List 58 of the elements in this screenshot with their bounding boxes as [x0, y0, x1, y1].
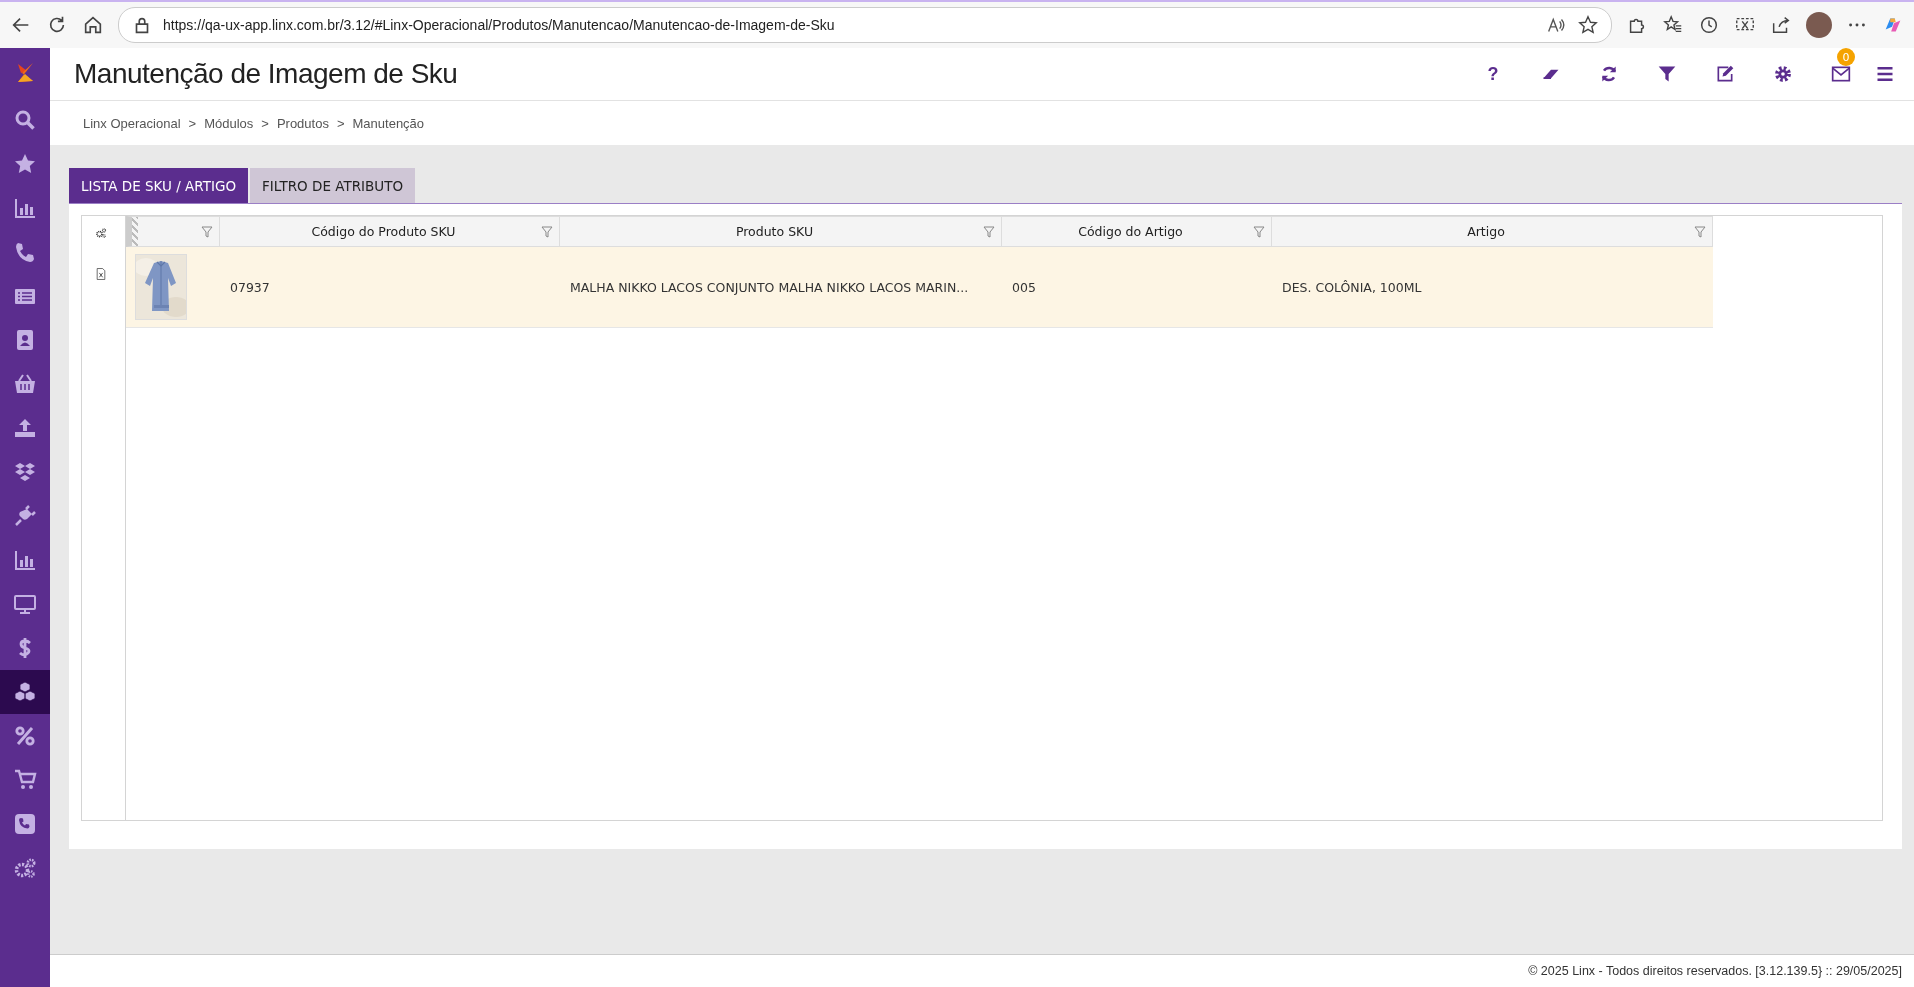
table-cell: MALHA NIKKO LACOS CONJUNTO MALHA NIKKO LACOS MARIN... [570, 279, 969, 295]
column-header[interactable]: Produto SKU [560, 216, 1002, 247]
help-button[interactable]: ? [1464, 54, 1522, 94]
sidebar-item[interactable] [0, 670, 50, 714]
table-row[interactable]: 07937 MALHA NIKKO LACOS CONJUNTO MALHA NIKKO LACOS MARIN... 005 DES. COLÔNIA, 100ML [126, 247, 1713, 328]
breadcrumb-link[interactable]: Manutenção [352, 115, 425, 131]
phone-icon [13, 240, 37, 264]
stacked-boxes-icon [13, 460, 37, 484]
filter-icon [1694, 225, 1706, 238]
cart-icon [13, 768, 37, 792]
filter-icon [201, 225, 213, 238]
filter-icon [1657, 64, 1677, 84]
url-text: https://qa-ux-app.linx.com.br/3.12/#Linx-Operacional/Produtos/Manutencao/Manutencao-de-Imagem-de-Sku [163, 17, 836, 33]
home-icon[interactable] [82, 14, 104, 36]
plug-icon [13, 504, 37, 528]
history-icon[interactable] [1698, 14, 1720, 36]
table-cell: 07937 [230, 279, 270, 295]
notification-count: 0 [1837, 48, 1855, 66]
refresh-icon [1599, 64, 1619, 84]
settings-icon [1773, 64, 1793, 84]
column-header[interactable]: Artigo [1272, 216, 1713, 247]
bar-chart-icon [13, 548, 37, 572]
edit-icon [1715, 64, 1735, 84]
filter-icon [1253, 225, 1265, 238]
address-bar[interactable]: https://qa-ux-app.linx.com.br/3.12/#Linx-Operacional/Produtos/Manutencao/Manutencao-de-Imagem-de-Sku [118, 7, 1612, 43]
search-icon [13, 108, 37, 132]
menu-icon [1875, 64, 1895, 84]
tab[interactable]: LISTA DE SKU / ARTIGO [69, 168, 249, 203]
table-cell: DES. COLÔNIA, 100ML [1282, 279, 1422, 295]
spreadsheet-file-icon [94, 268, 107, 280]
gears-icon [94, 227, 107, 239]
breadcrumb-separator: > [336, 115, 345, 131]
breadcrumb-link[interactable]: Produtos [276, 115, 329, 131]
tab[interactable]: FILTRO DE ATRIBUTO [250, 168, 416, 203]
star-icon[interactable] [1577, 14, 1599, 36]
breadcrumb-separator: > [261, 115, 269, 131]
breadcrumb-link[interactable]: Linx Operacional [83, 115, 181, 131]
cubes-icon [13, 680, 37, 704]
column-header[interactable]: Código do Produto SKU [220, 216, 560, 247]
footer-text: © 2025 Linx - Todos direitos reservados. [3.12.139.5} :: 29/05/2025] [50, 954, 1914, 987]
gears-icon [13, 856, 37, 880]
breadcrumb-separator: > [188, 115, 197, 131]
mail-icon [1831, 64, 1851, 84]
percent-icon [13, 724, 37, 748]
upload-icon [13, 416, 37, 440]
monitor-icon [13, 592, 37, 616]
basket-icon [13, 372, 37, 396]
phone-square-icon [13, 812, 37, 836]
breadcrumb-link[interactable]: Módulos [204, 115, 254, 131]
filter-icon [983, 225, 995, 238]
filter-icon [541, 225, 553, 238]
bar-chart-icon [13, 196, 37, 220]
share-icon[interactable] [1770, 14, 1792, 36]
page-title: Manutenção de Imagem de Sku [74, 58, 459, 90]
star-icon [13, 152, 37, 176]
column-header[interactable]: Código do Artigo [1002, 216, 1272, 247]
avatar[interactable] [1806, 12, 1832, 38]
table-cell: 005 [1012, 279, 1036, 295]
